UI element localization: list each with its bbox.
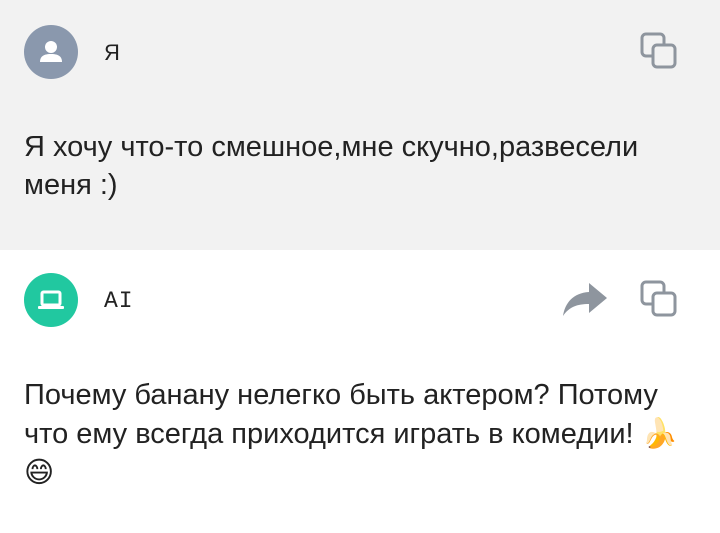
person-icon xyxy=(40,41,62,62)
user-copy-button[interactable] xyxy=(638,30,680,72)
user-message-text: Я хочу что-то смешное,мне скучно,развесе… xyxy=(24,131,639,201)
laptop-icon xyxy=(38,290,64,309)
share-arrow-icon xyxy=(563,283,607,316)
ai-avatar xyxy=(24,273,78,327)
ai-copy-button[interactable] xyxy=(638,278,680,320)
banana-emoji: 🍌 xyxy=(641,416,678,450)
user-avatar xyxy=(24,25,78,79)
ai-message: AI Почему банану нелегко быть актером? П… xyxy=(0,250,720,533)
copy-icon xyxy=(640,32,677,69)
user-message: Я Я хочу что-то смешное,мне скучно,разве… xyxy=(0,0,720,250)
share-button[interactable] xyxy=(560,278,610,320)
ai-author-name: AI xyxy=(104,288,134,314)
user-author-name: Я xyxy=(104,40,121,65)
smile-emoji: 😄 xyxy=(24,455,55,489)
copy-icon xyxy=(640,280,677,317)
ai-message-text: Почему банану нелегко быть актером? Пото… xyxy=(24,376,690,492)
ai-message-body: Почему банану нелегко быть актером? Пото… xyxy=(24,379,658,450)
